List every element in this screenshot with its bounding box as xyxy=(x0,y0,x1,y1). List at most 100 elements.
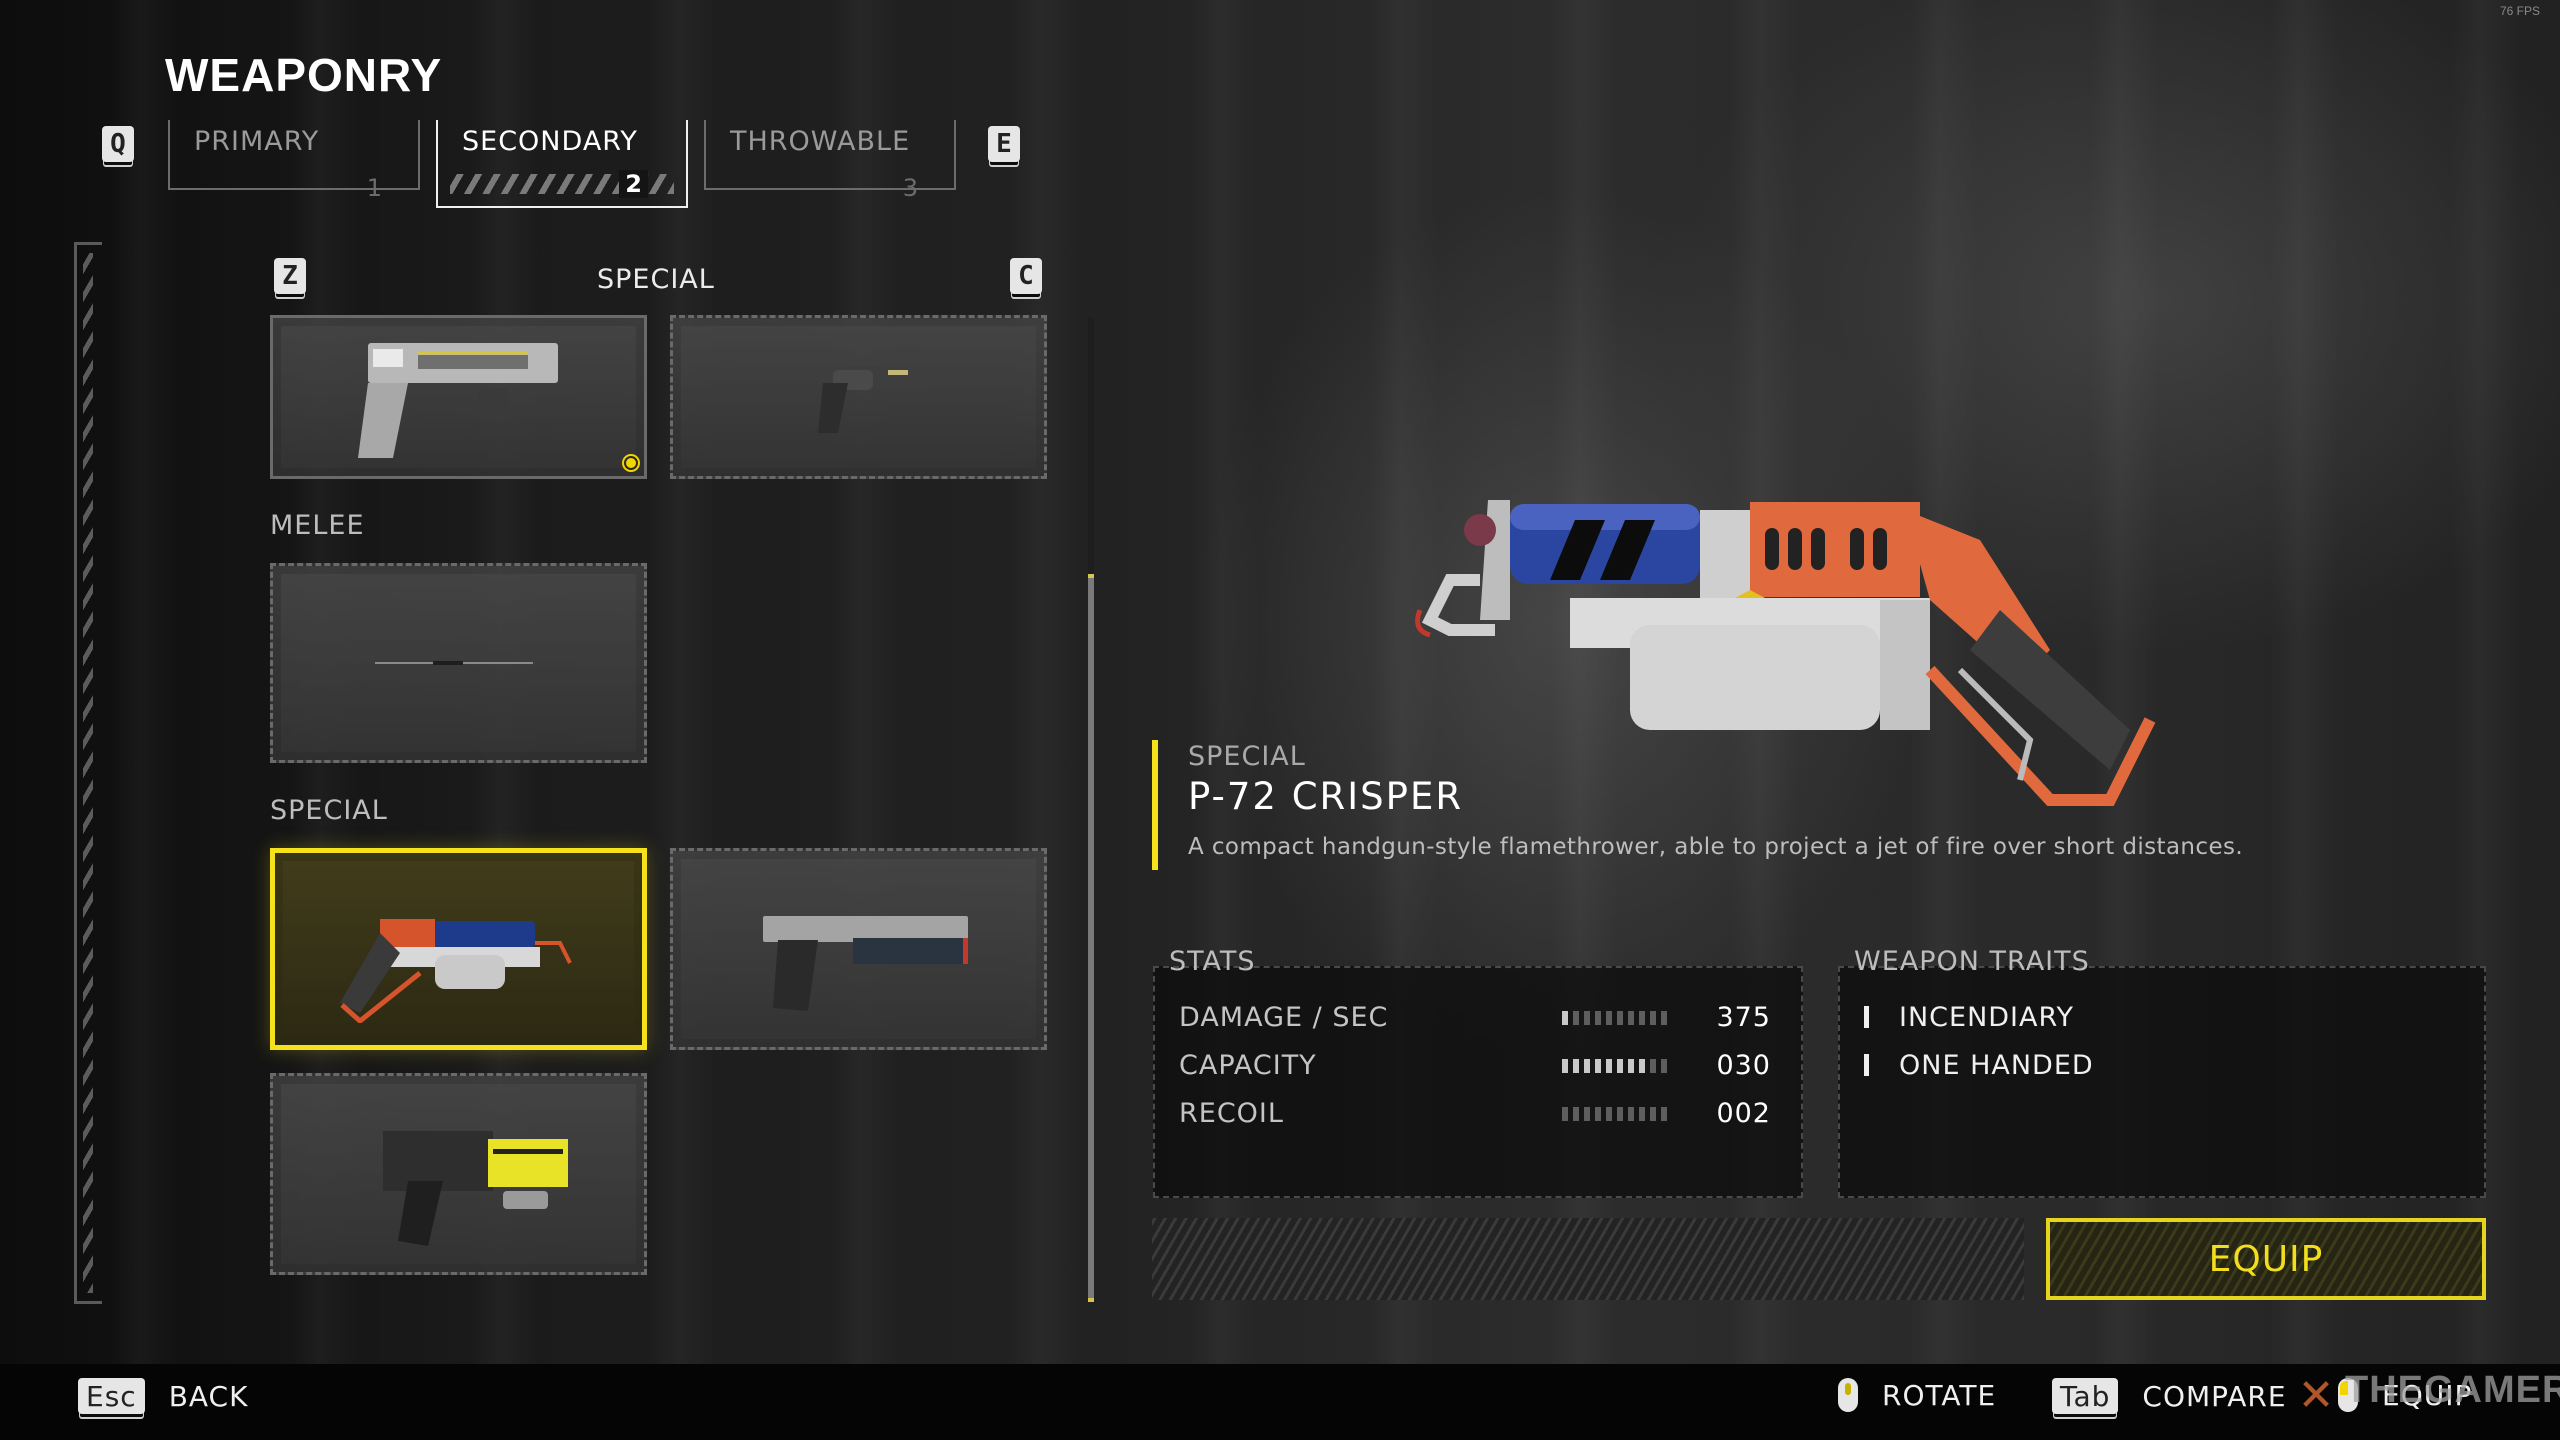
stat-row-damage: DAMAGE / SEC 375 xyxy=(1179,1002,1771,1042)
stat-segment-empty xyxy=(1639,1011,1645,1025)
esc-key[interactable]: Esc xyxy=(78,1378,145,1414)
stat-segment-filled xyxy=(1573,1059,1579,1073)
stat-row-capacity: CAPACITY 030 xyxy=(1179,1050,1771,1090)
trait-item: INCENDIARY xyxy=(1864,1002,2074,1033)
stat-value: 375 xyxy=(1716,1002,1771,1033)
stat-segment-empty xyxy=(1628,1011,1634,1025)
tab-throwable-label: THROWABLE xyxy=(730,126,911,157)
stat-segment-filled xyxy=(1562,1011,1568,1025)
trait-bullet-icon xyxy=(1864,1006,1869,1028)
stat-segment-empty xyxy=(1606,1107,1612,1121)
mouse-middle-icon xyxy=(1838,1378,1858,1412)
rotate-hint: ROTATE xyxy=(1838,1378,1996,1412)
stat-segment-empty xyxy=(1650,1107,1656,1121)
las7-dagger-icon xyxy=(383,1131,568,1246)
stat-segment-empty xyxy=(1584,1011,1590,1025)
trait-item: ONE HANDED xyxy=(1864,1050,2094,1081)
stat-segment-empty xyxy=(1661,1059,1667,1073)
stat-segment-empty xyxy=(1617,1011,1623,1025)
stat-segment-empty xyxy=(1639,1107,1645,1121)
rotate-label: ROTATE xyxy=(1882,1378,1997,1412)
stat-segment-empty xyxy=(1628,1107,1634,1121)
stat-bar xyxy=(1562,1011,1667,1025)
stat-segment-filled xyxy=(1639,1059,1645,1073)
weapon-name: P-72 CRISPER xyxy=(1188,775,1464,818)
stat-segment-empty xyxy=(1617,1107,1623,1121)
trait-label: ONE HANDED xyxy=(1899,1050,2094,1081)
tab-primary[interactable]: PRIMARY 1 xyxy=(168,120,420,202)
stat-segment-filled xyxy=(1562,1059,1568,1073)
stat-label: CAPACITY xyxy=(1179,1050,1317,1081)
fps-counter: 76 FPS xyxy=(2499,4,2540,18)
weapon-preview-render[interactable] xyxy=(1410,480,2230,820)
weapon-traits-panel: WEAPON TRAITS INCENDIARY ONE HANDED xyxy=(1838,946,2486,1198)
stat-row-recoil: RECOIL 002 xyxy=(1179,1098,1771,1138)
weapon-card-revolver[interactable] xyxy=(670,315,1047,479)
stat-segment-filled xyxy=(1584,1059,1590,1073)
tab-primary-label: PRIMARY xyxy=(194,126,320,157)
mouse-left-icon xyxy=(2338,1378,2358,1412)
page-title: WEAPONRY xyxy=(165,49,443,101)
stat-segment-empty xyxy=(1562,1107,1568,1121)
stat-segment-filled xyxy=(1606,1059,1612,1073)
stat-segment-empty xyxy=(1606,1011,1612,1025)
stat-segment-filled xyxy=(1595,1059,1601,1073)
stat-segment-filled xyxy=(1617,1059,1623,1073)
stat-segment-empty xyxy=(1584,1107,1590,1121)
stats-title: STATS xyxy=(1169,946,1256,977)
watermark-logo-icon: ✕ xyxy=(2297,1370,2335,1421)
grenade-pistol-icon xyxy=(763,916,968,1011)
tab-throwable[interactable]: THROWABLE 3 xyxy=(704,120,956,202)
weapon-card-silver-pistol[interactable] xyxy=(270,315,647,479)
trait-label: INCENDIARY xyxy=(1899,1002,2075,1033)
stat-label: RECOIL xyxy=(1179,1098,1284,1129)
next-category-key-c[interactable]: C xyxy=(1010,258,1042,294)
stat-segment-empty xyxy=(1595,1011,1601,1025)
stat-segment-empty xyxy=(1661,1107,1667,1121)
weapon-category: SPECIAL xyxy=(1188,741,1306,772)
silver-pistol-icon xyxy=(358,343,558,458)
back-label[interactable]: BACK xyxy=(169,1380,249,1413)
stat-bar xyxy=(1562,1059,1667,1073)
subcategory-title: SPECIAL xyxy=(597,264,715,295)
weapon-card-las7-dagger[interactable] xyxy=(270,1073,647,1275)
tab-primary-number: 1 xyxy=(360,174,389,202)
equip-hint[interactable]: EQUIP xyxy=(2338,1378,2472,1412)
left-rail-decoration xyxy=(74,242,102,1304)
stat-segment-filled xyxy=(1628,1059,1634,1073)
equip-hint-label[interactable]: EQUIP xyxy=(2382,1379,2472,1412)
weapon-card-grenade-pistol[interactable] xyxy=(670,848,1047,1050)
stat-segment-empty xyxy=(1573,1011,1579,1025)
tab-secondary-number: 2 xyxy=(619,170,648,198)
stat-segment-empty xyxy=(1595,1107,1601,1121)
tab-secondary[interactable]: SECONDARY 2 xyxy=(436,120,688,208)
weapon-description: A compact handgun-style flamethrower, ab… xyxy=(1188,834,2244,860)
flamethrower-icon xyxy=(340,919,572,1023)
list-scrollbar[interactable] xyxy=(1088,318,1094,1302)
revolver-icon xyxy=(818,366,933,433)
tab-secondary-label: SECONDARY xyxy=(462,126,638,157)
equipped-indicator xyxy=(624,456,638,470)
equip-button[interactable]: EQUIP xyxy=(2046,1218,2486,1300)
stat-segment-empty xyxy=(1661,1011,1667,1025)
compare-label[interactable]: COMPARE xyxy=(2142,1380,2286,1413)
weapon-card-melee[interactable] xyxy=(270,563,647,763)
back-hint[interactable]: Esc BACK xyxy=(78,1378,248,1414)
section-label-melee: MELEE xyxy=(270,510,365,541)
detail-accent-bar xyxy=(1152,740,1158,870)
tab-key[interactable]: Tab xyxy=(2052,1378,2119,1414)
traits-title: WEAPON TRAITS xyxy=(1854,946,2090,977)
stat-segment-empty xyxy=(1650,1059,1656,1073)
compare-hint[interactable]: Tab COMPARE xyxy=(2052,1378,2287,1414)
prev-category-key-z[interactable]: Z xyxy=(274,258,306,294)
tab-throwable-number: 3 xyxy=(896,174,925,202)
stats-panel: STATS DAMAGE / SEC 375 CAPACITY 030 RECO… xyxy=(1153,946,1803,1198)
prev-tab-key-q[interactable]: Q xyxy=(102,126,134,162)
stat-value: 030 xyxy=(1716,1050,1771,1081)
scrollbar-thumb[interactable] xyxy=(1088,574,1094,1302)
weapon-card-p72-crisper[interactable] xyxy=(270,848,647,1050)
empty-action-slot xyxy=(1152,1218,2024,1300)
stat-value: 002 xyxy=(1716,1098,1771,1129)
next-tab-key-e[interactable]: E xyxy=(988,126,1020,162)
stat-label: DAMAGE / SEC xyxy=(1179,1002,1389,1033)
